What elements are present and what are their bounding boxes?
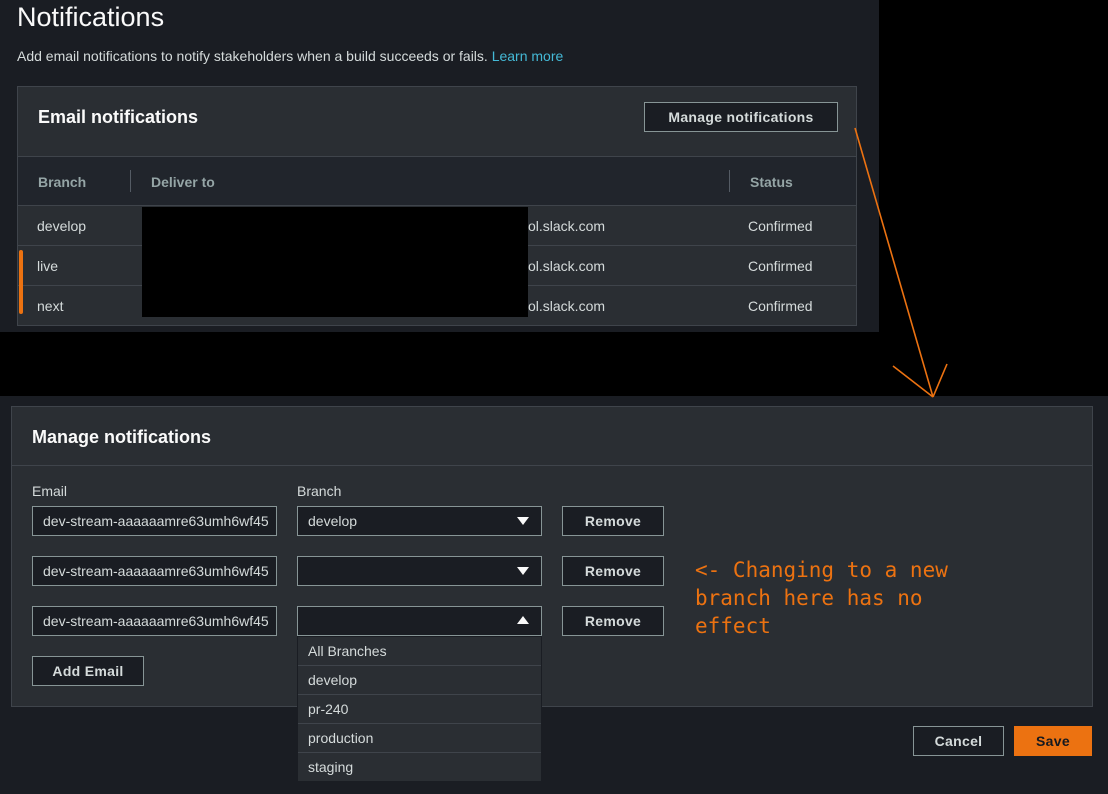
cell-deliver-to: ol.slack.com — [528, 298, 606, 314]
description-text: Add email notifications to notify stakeh… — [17, 48, 488, 64]
email-field[interactable]: dev-stream-aaaaaamre63umh6wf45 — [32, 606, 277, 636]
cell-branch: next — [37, 298, 64, 314]
redaction-box — [142, 207, 528, 317]
dropdown-option-staging[interactable]: staging — [298, 753, 541, 782]
column-divider — [130, 170, 131, 192]
page-description: Add email notifications to notify stakeh… — [17, 48, 563, 64]
column-header-status[interactable]: Status — [750, 174, 793, 190]
branch-label: Branch — [297, 483, 342, 499]
remove-button[interactable]: Remove — [562, 506, 664, 536]
divider — [12, 465, 1092, 466]
dropdown-option-develop[interactable]: develop — [298, 666, 541, 695]
cancel-button[interactable]: Cancel — [913, 726, 1004, 756]
manage-notifications-button[interactable]: Manage notifications — [644, 102, 838, 132]
cell-branch: develop — [37, 218, 87, 234]
annotation-text: <- Changing to a new branch here has no … — [695, 558, 948, 638]
table-header: Branch Deliver to Status — [18, 156, 856, 206]
annotation-highlight-bar — [19, 250, 23, 314]
add-email-button[interactable]: Add Email — [32, 656, 144, 686]
branch-dropdown-menu: All Branches develop pr-240 production s… — [297, 636, 542, 782]
caret-down-icon — [517, 517, 529, 525]
branch-select[interactable] — [297, 556, 542, 586]
caret-up-icon — [517, 616, 529, 624]
remove-button[interactable]: Remove — [562, 606, 664, 636]
email-label: Email — [32, 483, 68, 499]
email-field[interactable]: dev-stream-aaaaaamre63umh6wf45 — [32, 506, 277, 536]
branch-select-open[interactable] — [297, 606, 542, 636]
manage-title: Manage notifications — [32, 427, 212, 447]
card-title: Email notifications — [38, 107, 199, 127]
cell-status: Confirmed — [748, 218, 813, 234]
page-title: Notifications — [17, 2, 165, 32]
cell-status: Confirmed — [748, 298, 813, 314]
branch-select[interactable]: develop — [297, 506, 542, 536]
cell-deliver-to: ol.slack.com — [528, 218, 606, 234]
dropdown-option-production[interactable]: production — [298, 724, 541, 753]
dropdown-option-all-branches[interactable]: All Branches — [298, 637, 541, 666]
column-divider — [729, 170, 730, 192]
branch-select-value: develop — [308, 513, 358, 529]
learn-more-link[interactable]: Learn more — [492, 48, 564, 64]
remove-button[interactable]: Remove — [562, 556, 664, 586]
email-field[interactable]: dev-stream-aaaaaamre63umh6wf45 — [32, 556, 277, 586]
cell-deliver-to: ol.slack.com — [528, 258, 606, 274]
cell-status: Confirmed — [748, 258, 813, 274]
column-header-deliver-to[interactable]: Deliver to — [151, 174, 215, 190]
save-button[interactable]: Save — [1014, 726, 1092, 756]
caret-down-icon — [517, 567, 529, 575]
cell-branch: live — [37, 258, 59, 274]
dropdown-option-pr-240[interactable]: pr-240 — [298, 695, 541, 724]
column-header-branch[interactable]: Branch — [38, 174, 86, 190]
